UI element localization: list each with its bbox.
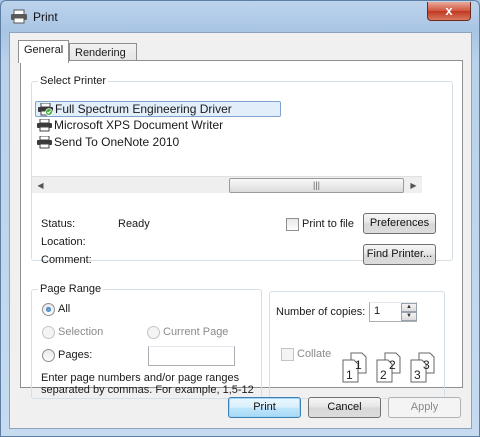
print-dialog-window: Print x General Rendering Select Printer (0, 0, 480, 437)
print-to-file-label[interactable]: Print to file (302, 218, 354, 230)
collate-digit: 2 (380, 368, 387, 382)
collate-digit: 1 (355, 358, 362, 372)
collate-digit: 3 (414, 368, 421, 382)
spin-up-icon[interactable]: ▲ (401, 303, 417, 312)
spin-down-icon[interactable]: ▼ (401, 312, 417, 321)
window-title: Print (33, 10, 58, 24)
printer-item-xps[interactable]: Microsoft XPS Document Writer (35, 118, 281, 134)
scroll-right-icon[interactable]: ▶ (405, 177, 422, 194)
page-range-legend: Page Range (40, 283, 102, 295)
comment-label: Comment: (41, 254, 92, 266)
scroll-thumb[interactable]: ||| (229, 178, 404, 193)
printer-default-icon (38, 103, 53, 116)
printer-name: Send To OneNote 2010 (54, 135, 180, 149)
collate-digit: 2 (389, 358, 396, 372)
collate-digit: 1 (346, 368, 353, 382)
all-pages-label[interactable]: All (58, 303, 70, 315)
all-pages-radio[interactable] (42, 303, 55, 316)
printer-icon (37, 136, 52, 149)
general-tab-panel: Select Printer Full Spectrum Engineering… (20, 60, 463, 399)
select-printer-legend: Select Printer (40, 75, 107, 87)
printer-item-onenote[interactable]: Send To OneNote 2010 (35, 135, 281, 151)
printer-title-icon (11, 9, 27, 24)
selection-label[interactable]: Selection (58, 326, 103, 338)
cancel-button[interactable]: Cancel (308, 397, 381, 418)
close-button[interactable]: x (427, 2, 471, 21)
print-to-file-checkbox[interactable] (286, 218, 299, 231)
current-page-radio[interactable] (147, 326, 160, 339)
printer-icon (37, 119, 52, 132)
print-button[interactable]: Print (228, 397, 301, 418)
copies-label: Number of copies: (276, 306, 366, 318)
pages-radio[interactable] (42, 349, 55, 362)
pages-input[interactable] (148, 346, 235, 366)
tab-general[interactable]: General (18, 40, 69, 63)
selection-radio[interactable] (42, 326, 55, 339)
title-bar[interactable]: Print x (1, 1, 479, 33)
location-label: Location: (41, 236, 86, 248)
printer-name: Microsoft XPS Document Writer (54, 118, 224, 132)
printer-name: Full Spectrum Engineering Driver (55, 102, 232, 116)
preferences-button[interactable]: Preferences (363, 213, 436, 234)
printer-item-full-spectrum[interactable]: Full Spectrum Engineering Driver (35, 101, 281, 117)
page-range-hint-line2: separated by commas. For example, 1,5-12 (41, 384, 254, 396)
scroll-left-icon[interactable]: ◀ (32, 177, 49, 194)
dialog-client-area: General Rendering Select Printer Full Sp… (9, 32, 472, 429)
status-value: Ready (118, 218, 150, 230)
status-label: Status: (41, 218, 76, 230)
printer-list-hscrollbar[interactable]: ◀ ||| ▶ (32, 176, 422, 193)
pages-label[interactable]: Pages: (58, 349, 92, 361)
current-page-label[interactable]: Current Page (163, 326, 228, 338)
copies-spinner[interactable]: ▲ ▼ (401, 303, 417, 322)
page-range-hint-line1: Enter page numbers and/or page ranges (41, 372, 240, 384)
collate-illustration-icon: 1 1 2 2 3 3 (342, 352, 435, 383)
collate-label[interactable]: Collate (297, 348, 331, 360)
find-printer-button[interactable]: Find Printer... (363, 244, 436, 265)
collate-digit: 3 (423, 358, 430, 372)
apply-button[interactable]: Apply (388, 397, 461, 418)
collate-checkbox[interactable] (281, 348, 294, 361)
